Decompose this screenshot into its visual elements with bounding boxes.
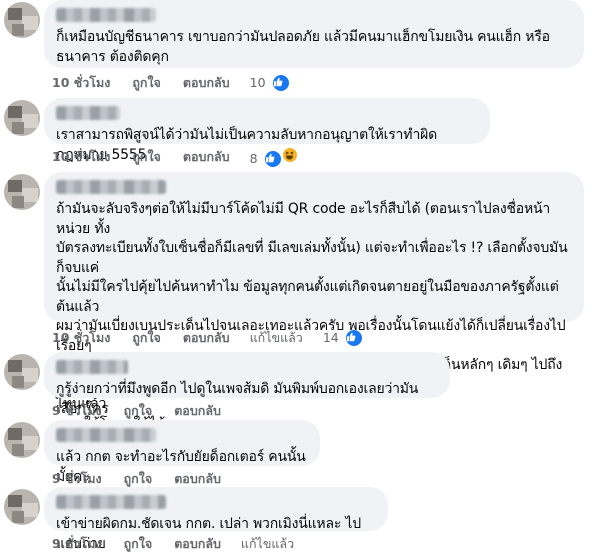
avatar[interactable] <box>4 174 40 210</box>
like-button[interactable]: ถูกใจ <box>132 328 161 348</box>
comment-line: บัตรลงทะเบียนทั้งใบเซ็นชื่อก็มีเลขที่ มี… <box>56 240 568 276</box>
reply-button[interactable]: ตอบกลับ <box>174 469 221 489</box>
reaction-count: 10 <box>249 75 266 90</box>
reply-button[interactable]: ตอบกลับ <box>183 328 230 348</box>
like-reaction-icon <box>272 75 289 91</box>
comment-text: ก็เหมือนบัญชีธนาคาร เขาบอกว่ามันปลอดภัย … <box>56 29 550 65</box>
edited-label[interactable]: แก้ไขแล้ว <box>241 534 294 554</box>
like-button[interactable]: ถูกใจ <box>124 401 153 421</box>
haha-reaction-icon <box>282 147 299 163</box>
comment-bubble: แล้ว กกต จะทำอะไรกับยัยด็อกเตอร์ คนนั้นม… <box>44 420 320 485</box>
reply-button[interactable]: ตอบกลับ <box>174 534 221 554</box>
avatar[interactable] <box>4 489 40 525</box>
edited-label[interactable]: แก้ไขแล้ว <box>250 328 303 348</box>
like-button[interactable]: ถูกใจ <box>132 147 161 167</box>
comment-timestamp[interactable]: 9 ชั่วโมง <box>52 534 102 554</box>
commenter-name-redacted[interactable] <box>56 8 156 22</box>
like-reaction-icon <box>346 330 363 346</box>
reaction-summary[interactable]: 10 <box>250 75 289 91</box>
avatar[interactable] <box>4 354 40 390</box>
like-button[interactable]: ถูกใจ <box>132 73 161 93</box>
like-reaction-icon <box>264 151 281 167</box>
comment-line: นั้นไม่มีใครไปคุ้ยไปค้นหาทำไม ข้อมูลทุกค… <box>56 279 559 315</box>
commenter-name-redacted[interactable] <box>56 360 128 374</box>
comment-bubble: ถ้ามันจะลับจริงๆต่อให้ไม่มีบาร์โค้ดไม่มี… <box>44 172 584 432</box>
reaction-count: 8 <box>249 151 258 166</box>
commenter-name-redacted[interactable] <box>56 495 166 509</box>
reaction-count: 14 <box>322 330 339 345</box>
comment-actions: 9 ชั่วโมง ถูกใจ ตอบกลับ แก้ไขแล้ว <box>52 535 314 553</box>
like-button[interactable]: ถูกใจ <box>124 469 153 489</box>
reply-button[interactable]: ตอบกลับ <box>183 73 230 93</box>
comment-bubble: เข้าข่ายผิดกม.ชัดเจน กกต. เปล่า พวกเมิงน… <box>44 487 388 552</box>
comment-bubble: กูรู้ง่ายกว่าที่มึงพูดอีก ไปดูในเพจส้มดิ… <box>44 352 450 417</box>
comment-actions: 10 ชั่วโมง ถูกใจ ตอบกลับ 10 <box>52 74 289 92</box>
avatar[interactable] <box>4 422 40 458</box>
avatar[interactable] <box>4 100 40 136</box>
commenter-name-redacted[interactable] <box>56 180 166 194</box>
comment-bubble: ก็เหมือนบัญชีธนาคาร เขาบอกว่ามันปลอดภัย … <box>44 0 584 68</box>
commenter-name-redacted[interactable] <box>56 106 120 120</box>
reaction-summary[interactable]: 8 <box>250 147 299 167</box>
reaction-summary[interactable]: 14 <box>322 330 363 346</box>
comment-timestamp[interactable]: 10 ชั่วโมง <box>52 147 110 167</box>
comment-timestamp[interactable]: 9 ชั่วโมง <box>52 401 102 421</box>
comment-actions: 10 ชั่วโมง ถูกใจ ตอบกลับ แก้ไขแล้ว 14 <box>52 328 363 348</box>
comment-bubble: เราสามารถพิสูจน์ได้ว่ามันไม่เป็นความลับห… <box>44 98 490 163</box>
comment-actions: 9 ชั่วโมง ถูกใจ ตอบกลับ <box>52 402 241 420</box>
reply-button[interactable]: ตอบกลับ <box>174 401 221 421</box>
comment-timestamp[interactable]: 10 ชั่วโมง <box>52 328 110 348</box>
comment-timestamp[interactable]: 9 ชั่วโมง <box>52 469 102 489</box>
reply-button[interactable]: ตอบกลับ <box>183 147 230 167</box>
avatar[interactable] <box>4 2 40 38</box>
commenter-name-redacted[interactable] <box>56 428 156 442</box>
like-button[interactable]: ถูกใจ <box>124 534 153 554</box>
comment-actions: 9 ชั่วโมง ถูกใจ ตอบกลับ <box>52 470 241 488</box>
comment-actions: 10 ชั่วโมง ถูกใจ ตอบกลับ 8 <box>52 147 299 167</box>
comment-timestamp[interactable]: 10 ชั่วโมง <box>52 73 110 93</box>
comment-line: ถ้ามันจะลับจริงๆต่อให้ไม่มีบาร์โค้ดไม่มี… <box>56 201 551 237</box>
